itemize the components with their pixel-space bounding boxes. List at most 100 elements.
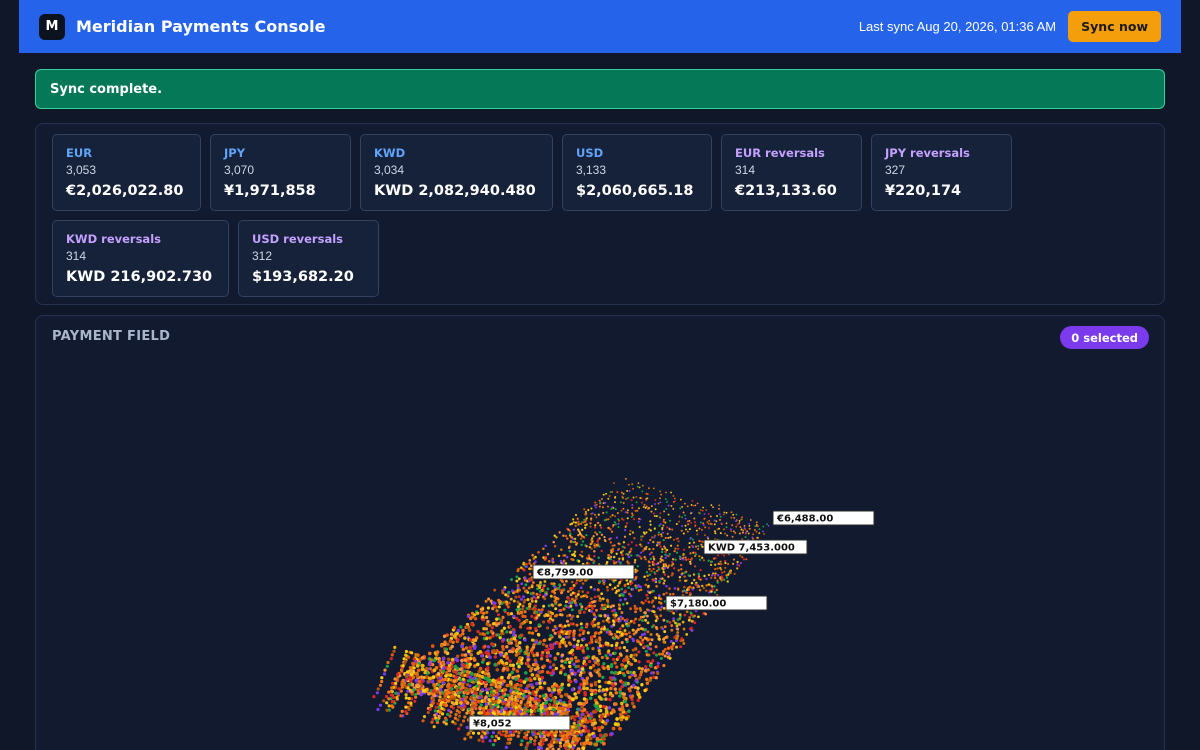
payment-dot[interactable] (690, 521, 693, 524)
payment-dot[interactable] (648, 591, 652, 594)
payment-dot[interactable] (532, 557, 536, 560)
payment-dot[interactable] (628, 592, 631, 596)
payment-dot[interactable] (471, 638, 476, 642)
payment-dot[interactable] (702, 506, 705, 509)
payment-dot[interactable] (576, 707, 580, 711)
payment-dot[interactable] (620, 509, 623, 512)
payment-dot[interactable] (631, 531, 635, 534)
payment-dot[interactable] (698, 527, 701, 530)
payment-dot[interactable] (635, 607, 639, 610)
payment-dot[interactable] (606, 588, 610, 592)
payment-dot[interactable] (622, 646, 626, 650)
payment-dot[interactable] (639, 670, 644, 674)
payment-dot[interactable] (675, 551, 679, 554)
payment-dot[interactable] (723, 570, 726, 573)
payment-dot[interactable] (748, 522, 751, 525)
payment-dot[interactable] (629, 529, 632, 533)
payment-dot[interactable] (507, 590, 511, 594)
payment-dot[interactable] (666, 646, 671, 651)
payment-dot[interactable] (611, 549, 615, 553)
payment-dot[interactable] (611, 726, 616, 731)
payment-dot[interactable] (657, 568, 661, 571)
payment-dot[interactable] (570, 608, 574, 612)
payment-dot[interactable] (628, 635, 632, 639)
payment-dot[interactable] (390, 704, 394, 708)
payment-dot[interactable] (716, 567, 719, 570)
payment-dot[interactable] (610, 507, 613, 511)
payment-dot[interactable] (588, 601, 592, 605)
payment-dot[interactable] (562, 607, 566, 611)
payment-dot[interactable] (480, 688, 484, 692)
payment-dot[interactable] (736, 567, 739, 570)
payment-dot[interactable] (520, 582, 524, 586)
payment-dot[interactable] (534, 702, 539, 706)
payment-dot[interactable] (654, 645, 658, 649)
payment-dot[interactable] (588, 736, 593, 741)
payment-dot[interactable] (661, 531, 664, 534)
payment-dot[interactable] (758, 532, 761, 535)
payment-dot[interactable] (713, 576, 717, 580)
payment-dot[interactable] (463, 669, 467, 673)
payment-dot[interactable] (552, 688, 557, 692)
payment-dot[interactable] (552, 540, 555, 544)
payment-dot[interactable] (393, 681, 398, 685)
payment-dot[interactable] (560, 548, 563, 551)
payment-dot[interactable] (732, 530, 735, 533)
payment-dot[interactable] (502, 637, 506, 642)
payment-dot[interactable] (651, 536, 654, 539)
payment-dot[interactable] (561, 561, 565, 565)
payment-dot[interactable] (664, 536, 667, 540)
payment-dot[interactable] (719, 568, 723, 571)
payment-dot[interactable] (649, 557, 653, 561)
payment-dot[interactable] (590, 609, 593, 613)
payment-dot[interactable] (469, 735, 473, 739)
payment-dot[interactable] (581, 729, 585, 733)
payment-dot[interactable] (690, 620, 694, 623)
payment-dot[interactable] (627, 561, 631, 565)
payment-dot[interactable] (694, 583, 698, 586)
payment-dot[interactable] (468, 675, 472, 679)
payment-dot[interactable] (668, 587, 671, 590)
payment-dot[interactable] (502, 710, 506, 714)
payment-dot[interactable] (577, 534, 580, 537)
payment-dot[interactable] (436, 702, 440, 706)
payment-dot[interactable] (589, 712, 593, 716)
payment-dot[interactable] (536, 666, 540, 670)
payment-dot[interactable] (644, 665, 648, 669)
payment-dot[interactable] (437, 698, 441, 702)
payment-dot[interactable] (464, 686, 468, 690)
summary-card-usd-reversals[interactable]: USD reversals 312 $193,682.20 (238, 220, 379, 297)
payment-dot[interactable] (465, 711, 469, 715)
payment-dot[interactable] (598, 685, 602, 689)
payment-dot[interactable] (568, 664, 572, 669)
payment-dot[interactable] (741, 556, 744, 559)
payment-dot[interactable] (623, 683, 627, 687)
payment-dot[interactable] (499, 681, 503, 685)
payment-dot[interactable] (473, 694, 477, 698)
payment-dot[interactable] (545, 644, 549, 648)
payment-dot[interactable] (740, 528, 743, 531)
payment-dot[interactable] (573, 692, 577, 696)
payment-dot[interactable] (590, 507, 593, 510)
payment-dot[interactable] (570, 601, 574, 604)
payment-dot[interactable] (533, 676, 537, 681)
payment-dot[interactable] (470, 704, 474, 708)
payment-dot[interactable] (560, 589, 564, 593)
payment-dot[interactable] (501, 691, 505, 695)
payment-dot[interactable] (439, 643, 444, 648)
payment-dot[interactable] (482, 699, 487, 703)
payment-dot[interactable] (457, 714, 462, 718)
payment-dot[interactable] (390, 686, 394, 690)
payment-dot[interactable] (611, 709, 616, 714)
payment-dot[interactable] (595, 533, 599, 536)
payment-dot[interactable] (741, 516, 744, 519)
payment-dot[interactable] (614, 613, 618, 617)
payment-dot[interactable] (677, 569, 680, 572)
payment-dot[interactable] (648, 528, 651, 531)
payment-dot[interactable] (433, 713, 437, 717)
payment-dot[interactable] (407, 696, 411, 701)
payment-dot[interactable] (657, 634, 661, 638)
payment-dot[interactable] (467, 731, 471, 735)
payment-dot[interactable] (645, 578, 649, 581)
payment-dot[interactable] (654, 596, 658, 600)
